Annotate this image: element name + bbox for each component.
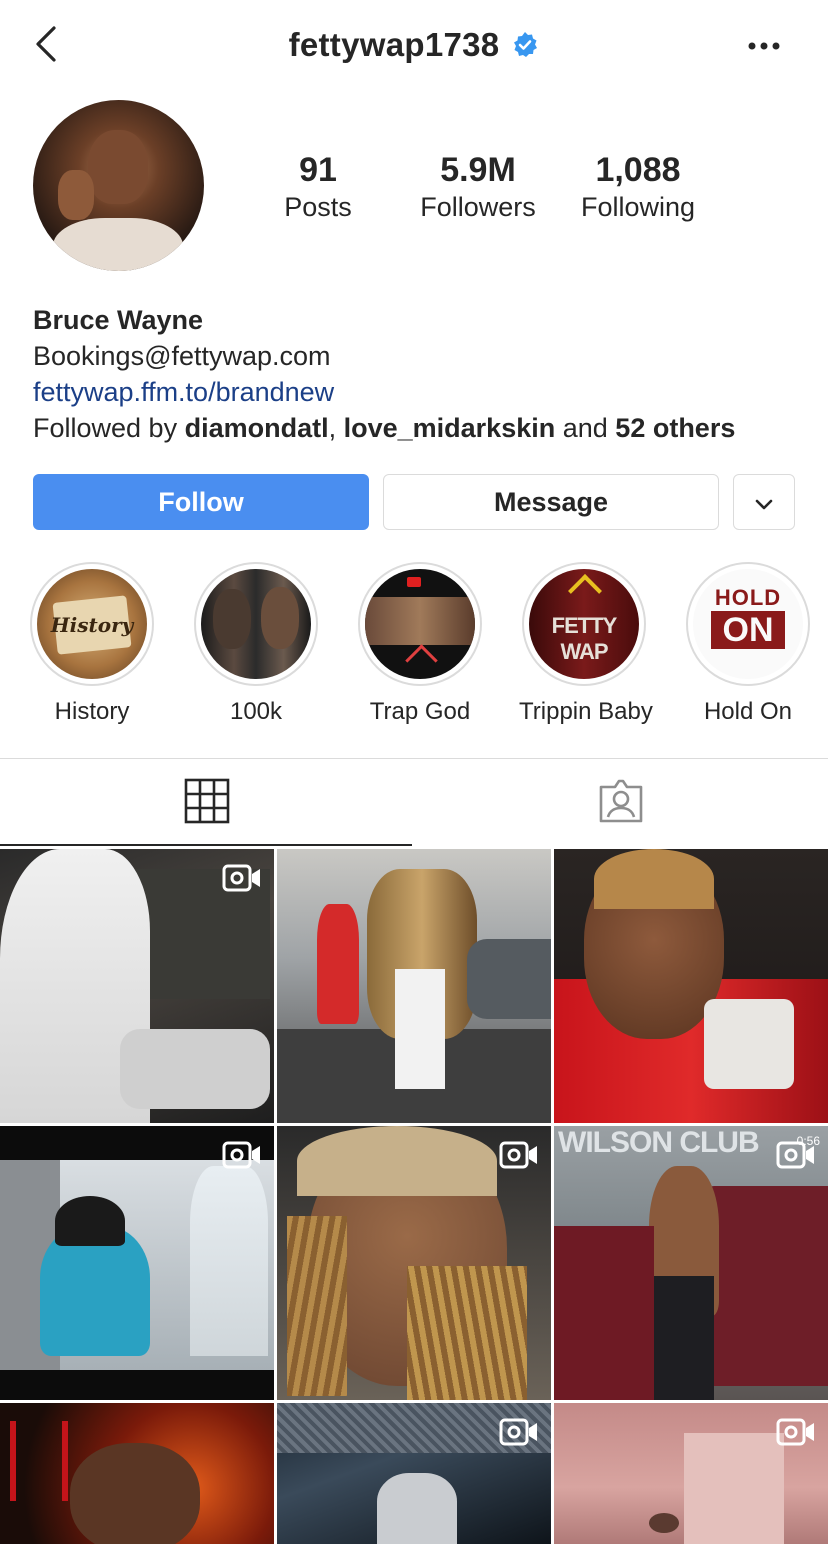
posts-count: 91 [299, 151, 337, 189]
followed-user-link[interactable]: love_midarkskin [344, 413, 556, 443]
post-tile[interactable] [277, 1126, 551, 1400]
video-icon [222, 863, 262, 893]
post-tile[interactable] [554, 849, 828, 1123]
followers-stat[interactable]: 5.9M Followers [403, 150, 553, 224]
post-tile[interactable] [0, 1126, 274, 1400]
highlight-cover [201, 569, 311, 679]
video-icon [776, 1417, 816, 1447]
chevron-down-icon [754, 487, 774, 518]
followers-count: 5.9M [440, 151, 516, 189]
highlight-cover-text: ON [722, 611, 774, 649]
profile-link[interactable]: fettywap.ffm.to/brandnew [33, 374, 334, 410]
tabs-divider [0, 758, 828, 759]
highlight-cover: HOLD ON [693, 569, 803, 679]
post-tile[interactable] [277, 849, 551, 1123]
posts-label: Posts [284, 192, 352, 222]
highlight-cover-text: History [50, 613, 134, 637]
tab-tagged[interactable] [414, 760, 828, 846]
highlight-cover: History [37, 569, 147, 679]
highlight-cover-text: FETTY WAP [551, 613, 618, 664]
followed-prefix: Followed by [33, 413, 185, 443]
suggested-dropdown-button[interactable] [733, 474, 795, 530]
post-tile[interactable]: WILSON CLUB 0:56 [554, 1126, 828, 1400]
followed-by-text[interactable]: Followed by diamondatl, love_midarkskin … [33, 410, 735, 446]
followers-label: Followers [420, 192, 536, 222]
follow-button[interactable]: Follow [33, 474, 369, 530]
followed-separator: , [328, 413, 344, 443]
verified-icon [511, 31, 539, 59]
username-title: fettywap1738 [288, 26, 500, 63]
highlight-cover [365, 569, 475, 679]
avatar[interactable] [33, 100, 204, 271]
post-tile[interactable] [0, 849, 274, 1123]
following-label: Following [580, 192, 696, 222]
tagged-icon [597, 777, 645, 830]
video-icon [499, 1417, 539, 1447]
profile-name: Bruce Wayne [33, 305, 204, 335]
tab-posts-grid[interactable] [0, 760, 414, 846]
followed-user-link[interactable]: diamondatl [185, 413, 329, 443]
following-stat[interactable]: 1,088 Following [563, 150, 713, 224]
header-title: fettywap1738 [0, 22, 828, 68]
grid-icon [184, 778, 230, 829]
video-icon [776, 1140, 816, 1170]
highlight-label: Trippin Baby [519, 698, 653, 725]
message-button[interactable]: Message [383, 474, 719, 530]
highlight-cover-text: HOLD [714, 585, 782, 610]
active-tab-indicator [0, 844, 412, 846]
highlight-history[interactable]: History History [27, 562, 157, 726]
followed-and: and [555, 413, 616, 443]
highlight-label: History [54, 698, 130, 725]
following-count: 1,088 [595, 151, 681, 189]
highlight-100k[interactable]: 100k [191, 562, 321, 726]
highlight-trap-god[interactable]: Trap God [355, 562, 485, 726]
post-tile[interactable] [277, 1403, 551, 1544]
highlight-label: Trap God [369, 698, 471, 725]
highlight-cover: FETTY WAP [529, 569, 639, 679]
more-icon[interactable] [744, 36, 788, 56]
highlight-trippin-baby[interactable]: FETTY WAP Trippin Baby [519, 562, 653, 726]
profile-email: Bookings@fettywap.com [33, 341, 331, 371]
post-tile[interactable] [0, 1403, 274, 1544]
posts-stat: 91 Posts [243, 150, 393, 224]
followed-others-link[interactable]: 52 others [615, 413, 735, 443]
highlight-label: Hold On [703, 698, 793, 725]
highlight-hold-on[interactable]: HOLD ON Hold On [683, 562, 813, 726]
post-tile[interactable] [554, 1403, 828, 1544]
video-icon [222, 1140, 262, 1170]
highlight-label: 100k [229, 698, 283, 725]
video-icon [499, 1140, 539, 1170]
